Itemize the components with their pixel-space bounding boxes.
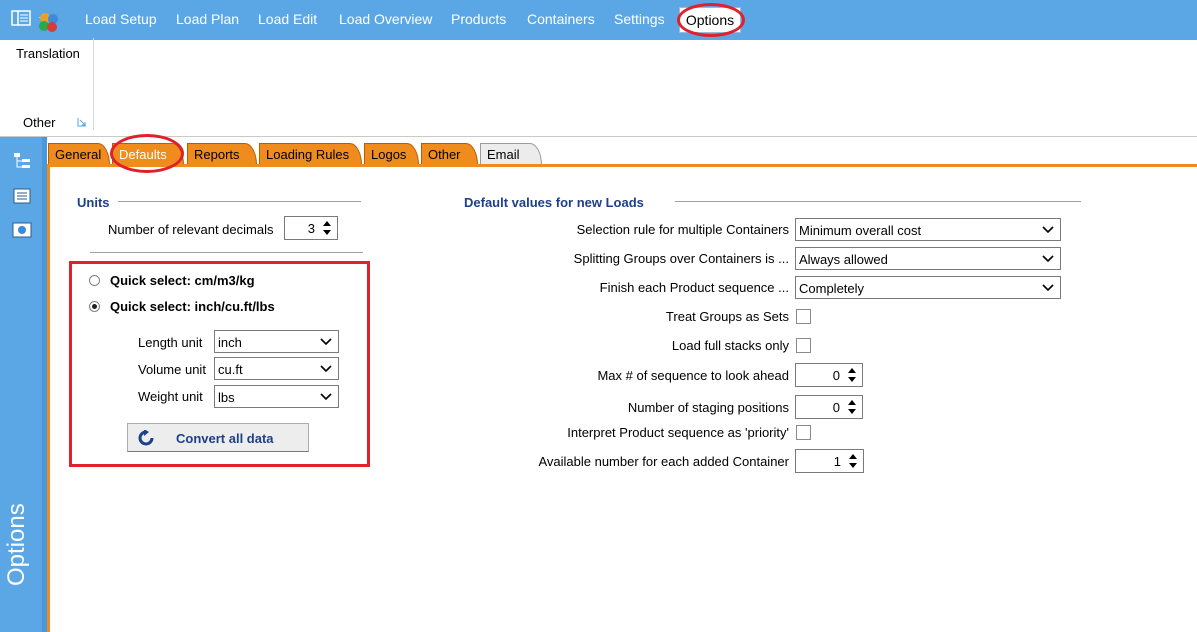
lookahead-label: Max # of sequence to look ahead (597, 368, 789, 383)
full-stacks-checkbox[interactable] (796, 338, 811, 353)
weight-unit-value: lbs (218, 390, 235, 405)
tab-reports[interactable]: Reports (187, 143, 257, 165)
menu-containers[interactable]: Containers (527, 11, 595, 27)
finish-sequence-label: Finish each Product sequence ... (599, 280, 789, 295)
spinner-arrows-icon[interactable] (321, 219, 333, 237)
menu-options[interactable]: Options (679, 7, 741, 33)
content-border (47, 164, 50, 632)
units-bottom-divider (90, 252, 363, 253)
selection-rule-value: Minimum overall cost (799, 223, 922, 238)
lookahead-spinner[interactable]: 0 (795, 363, 863, 387)
convert-all-data-button[interactable]: Convert all data (127, 423, 309, 452)
translation-icon (39, 13, 58, 32)
dialog-launcher-icon[interactable] (77, 117, 87, 127)
tab-general[interactable]: General (48, 143, 110, 165)
weight-unit-select[interactable]: lbs (214, 385, 339, 408)
treat-groups-label: Treat Groups as Sets (665, 309, 789, 324)
spinner-arrows-icon[interactable] (846, 366, 858, 384)
radio-metric-label[interactable]: Quick select: cm/m3/kg (110, 273, 255, 288)
tab-defaults[interactable]: Defaults (112, 143, 184, 165)
tab-underline (47, 164, 1197, 167)
defaults-heading: Default values for new Loads (464, 195, 644, 210)
length-unit-value: inch (218, 335, 242, 350)
list-icon[interactable] (13, 188, 31, 204)
radio-imperial-label[interactable]: Quick select: inch/cu.ft/lbs (110, 299, 275, 314)
chevron-down-icon (320, 338, 332, 346)
convert-all-data-label: Convert all data (176, 431, 274, 446)
selection-rule-select[interactable]: Minimum overall cost (795, 218, 1061, 241)
menu-settings[interactable]: Settings (614, 11, 665, 27)
splitting-groups-label: Splitting Groups over Containers is ... (573, 251, 789, 266)
volume-unit-value: cu.ft (218, 362, 243, 377)
staging-positions-label: Number of staging positions (627, 400, 789, 415)
full-stacks-label: Load full stacks only (671, 338, 789, 353)
defaults-divider (675, 201, 1081, 202)
translation-button[interactable]: Translation (8, 8, 88, 68)
menu-products[interactable]: Products (451, 11, 506, 27)
menu-load-plan[interactable]: Load Plan (176, 11, 239, 27)
splitting-groups-select[interactable]: Always allowed (795, 247, 1061, 270)
chevron-down-icon (1042, 284, 1054, 292)
chevron-down-icon (1042, 226, 1054, 234)
radio-metric[interactable] (89, 275, 100, 286)
radio-imperial[interactable] (89, 301, 100, 312)
menu-load-edit[interactable]: Load Edit (258, 11, 317, 27)
finish-sequence-select[interactable]: Completely (795, 276, 1061, 299)
length-unit-label: Length unit (138, 335, 203, 350)
tab-email[interactable]: Email (480, 143, 542, 165)
decimals-spinner[interactable]: 3 (284, 216, 338, 240)
lookahead-value: 0 (832, 368, 840, 383)
ribbon (0, 40, 1197, 137)
spinner-arrows-icon[interactable] (846, 398, 858, 416)
selection-rule-label: Selection rule for multiple Containers (576, 222, 789, 237)
chevron-down-icon (1042, 255, 1054, 263)
staging-positions-value: 0 (832, 400, 840, 415)
ribbon-group-label: Other (23, 115, 56, 130)
tab-other[interactable]: Other (421, 143, 478, 165)
units-heading: Units (77, 195, 110, 210)
spinner-arrows-icon[interactable] (847, 452, 859, 470)
tree-icon[interactable] (13, 152, 31, 170)
chevron-down-icon (320, 365, 332, 373)
volume-unit-label: Volume unit (138, 362, 206, 377)
splitting-groups-value: Always allowed (799, 252, 888, 267)
menu-load-overview[interactable]: Load Overview (339, 11, 432, 27)
length-unit-select[interactable]: inch (214, 330, 339, 353)
side-panel-title: Options (3, 503, 30, 587)
treat-groups-checkbox[interactable] (796, 309, 811, 324)
menu-load-setup[interactable]: Load Setup (85, 11, 157, 27)
available-number-value: 1 (833, 454, 841, 469)
tab-loading-rules[interactable]: Loading Rules (259, 143, 362, 165)
translation-label: Translation (16, 46, 80, 61)
units-divider (118, 201, 361, 202)
available-number-label: Available number for each added Containe… (538, 454, 789, 469)
available-number-spinner[interactable]: 1 (795, 449, 864, 473)
chevron-down-icon (320, 393, 332, 401)
ribbon-separator (93, 38, 94, 130)
priority-label: Interpret Product sequence as 'priority' (567, 425, 789, 440)
priority-checkbox[interactable] (796, 425, 811, 440)
refresh-icon (138, 430, 154, 446)
finish-sequence-value: Completely (799, 281, 865, 296)
image-icon[interactable] (12, 222, 32, 238)
tab-logos[interactable]: Logos (364, 143, 419, 165)
volume-unit-select[interactable]: cu.ft (214, 357, 339, 380)
decimals-value: 3 (307, 221, 315, 236)
staging-positions-spinner[interactable]: 0 (795, 395, 863, 419)
decimals-label: Number of relevant decimals (108, 222, 274, 237)
weight-unit-label: Weight unit (138, 389, 203, 404)
